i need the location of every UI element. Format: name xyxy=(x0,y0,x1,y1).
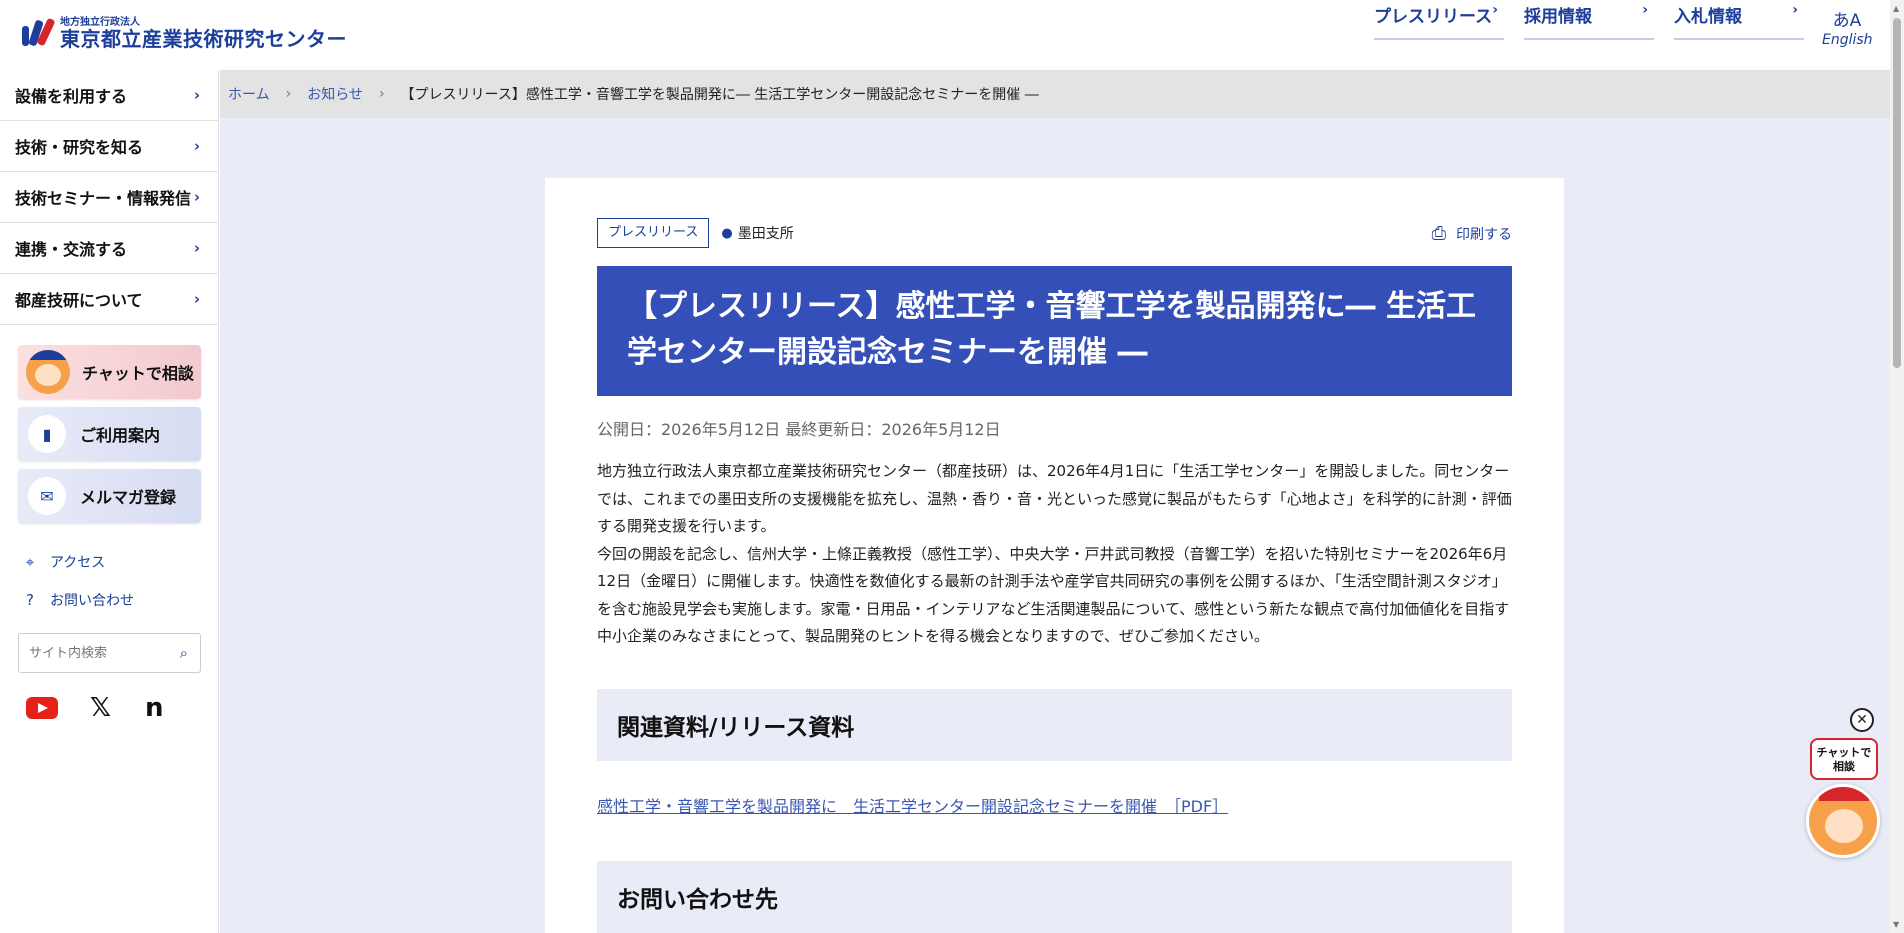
breadcrumb-separator: › xyxy=(285,86,292,102)
mascot-icon xyxy=(26,350,70,394)
site-header: 地方独立行政法人 東京都立産業技術研究センター プレスリリース › 採用情報 ›… xyxy=(0,0,1890,70)
scrollbar-thumb[interactable] xyxy=(1893,18,1901,368)
sidebar-item-research[interactable]: 技術・研究を知る › xyxy=(0,121,218,172)
sidebar-item-facilities[interactable]: 設備を利用する › xyxy=(0,70,218,121)
sidebar-item-label: 技術セミナー・情報発信 xyxy=(15,189,192,208)
sidebar-item-about[interactable]: 都産技研について › xyxy=(0,274,218,325)
chat-consult-label: チャットで相談 xyxy=(82,364,194,383)
sidebar-item-collaboration[interactable]: 連携・交流する › xyxy=(0,223,218,274)
mail-icon: ✉ xyxy=(28,477,66,515)
section-heading-contact: お問い合わせ先 xyxy=(597,860,1512,933)
breadcrumb-news[interactable]: お知らせ xyxy=(307,84,363,104)
youtube-icon[interactable] xyxy=(26,697,58,719)
chevron-right-icon: › xyxy=(193,290,200,308)
site-logo[interactable]: 地方独立行政法人 東京都立産業技術研究センター xyxy=(20,16,347,50)
x-twitter-icon[interactable]: 𝕏 xyxy=(90,695,111,721)
article-paragraph: 地方独立行政法人東京都立産業技術研究センター（都産技研）は、2026年4月1日に… xyxy=(597,462,1512,535)
contact-link[interactable]: ? お問い合わせ xyxy=(20,581,198,619)
topnav-label: 入札情報 xyxy=(1674,7,1742,27)
sidebar-item-label: 技術・研究を知る xyxy=(15,138,144,157)
newsletter-button[interactable]: ✉ メルマガ登録 xyxy=(18,469,201,523)
newsletter-label: メルマガ登録 xyxy=(80,488,177,507)
printer-icon: ⎙ xyxy=(1431,223,1446,244)
article-paragraph: 今回の開設を記念し、信州大学・上條正義教授（感性工学）、中央大学・戸井武司教授（… xyxy=(597,544,1510,646)
search-input[interactable] xyxy=(19,634,169,672)
sidebar-item-label: 都産技研について xyxy=(15,291,143,310)
site-search: ⌕ xyxy=(18,633,201,673)
breadcrumb-current: 【プレスリリース】感性工学・音響工学を製品開発に― 生活工学センター開設記念セミ… xyxy=(400,87,1039,103)
scrollbar[interactable]: ▲ ▼ xyxy=(1890,0,1904,933)
translate-icon: あA xyxy=(1832,11,1862,31)
article-body: 地方独立行政法人東京都立産業技術研究センター（都産技研）は、2026年4月1日に… xyxy=(597,458,1512,651)
location-label: ● 墨田支所 xyxy=(721,223,793,243)
logo-mark-icon xyxy=(20,16,56,50)
guide-book-icon: ▮ xyxy=(28,415,66,453)
chevron-right-icon: › xyxy=(193,137,200,155)
map-pin-icon: ⌖ xyxy=(25,553,35,571)
chevron-right-icon: › xyxy=(193,188,200,206)
scroll-up-icon[interactable]: ▲ xyxy=(1893,4,1899,13)
usage-guide-button[interactable]: ▮ ご利用案内 xyxy=(18,407,201,461)
topnav-press-release[interactable]: プレスリリース › xyxy=(1374,0,1504,40)
sidebar-item-label: 連携・交流する xyxy=(15,240,128,259)
chat-mascot-button[interactable] xyxy=(1806,784,1880,858)
main-content: ホーム › お知らせ › 【プレスリリース】感性工学・音響工学を製品開発に― 生… xyxy=(220,70,1890,933)
topnav-recruit[interactable]: 採用情報 › xyxy=(1524,0,1654,40)
social-links: 𝕏 n xyxy=(0,673,218,721)
print-button[interactable]: ⎙ 印刷する xyxy=(1432,223,1512,244)
topnav-label: プレスリリース xyxy=(1374,7,1493,27)
page-title: 【プレスリリース】感性工学・音響工学を製品開発に― 生活工学センター開設記念セミ… xyxy=(597,266,1512,396)
breadcrumb-home[interactable]: ホーム xyxy=(228,84,270,104)
logo-title: 東京都立産業技術研究センター xyxy=(60,26,347,51)
language-switch[interactable]: あA English xyxy=(1822,10,1873,48)
category-tag[interactable]: プレスリリース xyxy=(597,218,710,248)
close-icon[interactable]: ✕ xyxy=(1850,708,1874,732)
access-label: アクセス xyxy=(50,555,106,571)
chat-bubble-label[interactable]: チャットで相談 xyxy=(1810,738,1878,780)
chevron-right-icon: › xyxy=(193,239,200,257)
sidebar: 設備を利用する › 技術・研究を知る › 技術セミナー・情報発信 › 連携・交流… xyxy=(0,70,219,933)
publish-dates: 公開日：2026年5月12日 最終更新日：2026年5月12日 xyxy=(597,420,1001,439)
contact-label: お問い合わせ xyxy=(50,593,134,609)
chevron-right-icon: › xyxy=(193,86,200,104)
note-icon[interactable]: n xyxy=(145,695,164,721)
usage-guide-label: ご利用案内 xyxy=(80,426,161,445)
breadcrumb: ホーム › お知らせ › 【プレスリリース】感性工学・音響工学を製品開発に― 生… xyxy=(220,70,1890,118)
sidebar-item-label: 設備を利用する xyxy=(15,87,128,106)
access-link[interactable]: ⌖ アクセス xyxy=(20,543,198,581)
map-pin-icon: ● xyxy=(721,225,733,241)
chevron-right-icon: › xyxy=(1792,2,1798,18)
article: プレスリリース ● 墨田支所 ⎙ 印刷する 【プレスリリース】感性工学・音響工学… xyxy=(545,178,1564,933)
topnav-label: 採用情報 xyxy=(1524,7,1592,27)
scroll-down-icon[interactable]: ▼ xyxy=(1893,920,1899,929)
sidebar-item-seminars[interactable]: 技術セミナー・情報発信 › xyxy=(0,172,218,223)
chevron-right-icon: › xyxy=(1642,2,1648,18)
logo-subtitle: 地方独立行政法人 xyxy=(60,16,140,28)
print-label: 印刷する xyxy=(1456,226,1512,243)
search-icon[interactable]: ⌕ xyxy=(180,644,188,662)
chat-consult-button[interactable]: チャットで相談 xyxy=(18,345,201,399)
pdf-document-link[interactable]: 感性工学・音響工学を製品開発に 生活工学センター開設記念セミナーを開催 ［PDF… xyxy=(597,793,1512,817)
topnav-bidding[interactable]: 入札情報 › xyxy=(1674,0,1804,40)
language-label: English xyxy=(1822,32,1873,48)
breadcrumb-separator: › xyxy=(378,86,385,102)
question-icon: ? xyxy=(26,591,34,609)
section-heading-documents: 関連資料/リリース資料 xyxy=(597,688,1512,761)
chevron-right-icon: › xyxy=(1492,2,1498,18)
location-text: 墨田支所 xyxy=(737,226,794,242)
